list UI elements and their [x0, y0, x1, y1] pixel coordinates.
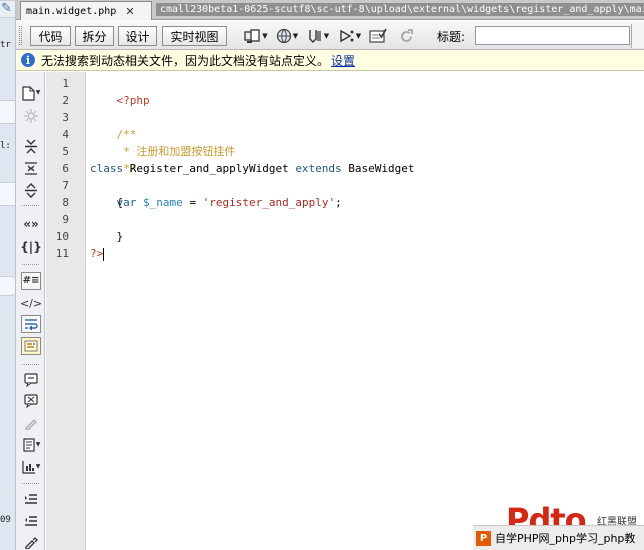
line-number: 1 — [62, 77, 69, 90]
toolbar-overflow[interactable] — [631, 24, 644, 48]
php-badge-icon: P — [476, 530, 491, 546]
open-documents-icon[interactable]: ▼ — [21, 84, 41, 102]
balance-braces-icon[interactable]: {|} — [20, 238, 41, 256]
background-text-fragment: l: — [0, 141, 11, 151]
code-line-3: /** — [90, 109, 137, 141]
background-panel — [0, 100, 15, 124]
line-number: 5 — [62, 145, 69, 158]
code-line-7: { — [90, 177, 124, 209]
setup-link[interactable]: 设置 — [331, 52, 355, 69]
background-panel — [0, 182, 15, 206]
format-source-icon[interactable] — [21, 533, 41, 550]
code-line-9: } — [90, 211, 124, 243]
toolbar-separator — [22, 483, 39, 484]
class-name: Register_and_applyWidget — [123, 162, 296, 175]
toolbar-separator — [22, 364, 39, 365]
php-open-tag: <?php — [116, 94, 150, 107]
code-line-11: ?> — [90, 245, 105, 262]
recent-snippets-icon[interactable]: ▼ — [21, 436, 41, 454]
keyword: extends — [295, 162, 342, 175]
refresh-icon[interactable] — [396, 25, 416, 47]
code-line-8: var $_name = 'register_and_apply'; — [90, 194, 342, 211]
outdent-code-icon[interactable] — [21, 512, 41, 530]
keyword: class — [90, 162, 124, 175]
info-bar: i 无法搜索到动态相关文件，因为此文档没有站点定义。 设置 — [16, 50, 644, 71]
watermark-caption: 自学PHP网_php学习_php教 — [495, 532, 636, 545]
line-number: 6 — [62, 162, 69, 175]
file-path: cmall230beta1-0625-scutf8\sc-utf-8\uploa… — [156, 3, 644, 16]
info-message: 无法搜索到动态相关文件，因为此文档没有站点定义。 — [41, 53, 330, 68]
brace: } — [116, 230, 124, 243]
remove-comment-icon[interactable] — [21, 392, 41, 410]
text-cursor — [103, 247, 105, 261]
highlight-invalid-code-icon[interactable]: </> — [20, 294, 42, 312]
line-number: 8 — [62, 196, 69, 209]
visual-aids-icon[interactable]: ▼ — [337, 25, 363, 47]
background-button — [0, 276, 15, 296]
tab-label: main.widget.php — [26, 5, 117, 17]
parent-class-name: BaseWidget — [341, 162, 415, 175]
title-label: 标题: — [437, 30, 466, 44]
line-number: 4 — [62, 128, 69, 141]
code-line-6: class Register_and_applyWidget extends B… — [90, 160, 415, 177]
move-css-icon[interactable]: ▼ — [21, 458, 41, 476]
document-title-field[interactable] — [475, 26, 630, 45]
indent-code-icon[interactable] — [21, 490, 41, 508]
keyword: var — [116, 196, 137, 209]
preview-globe-icon[interactable]: ▼ — [275, 25, 299, 47]
toolbar-separator — [22, 205, 39, 206]
apply-comment-icon[interactable] — [21, 371, 41, 389]
tab-main-widget-php[interactable]: main.widget.php ✕ — [20, 1, 152, 20]
expand-all-icon[interactable] — [21, 181, 41, 199]
toolbar-grip[interactable] — [19, 26, 22, 45]
code-editor[interactable]: <?php /** * 注册和加盟按钮挂件 */ class Register_… — [87, 72, 644, 550]
code-line-4: * 注册和加盟按钮挂件 — [90, 126, 235, 158]
assignment: = — [182, 196, 203, 209]
coding-toolbar: ▼ «» {|} #≡ </> ▼ ▼ — [16, 72, 45, 550]
syntax-coloring-icon[interactable] — [21, 337, 41, 355]
word-wrap-icon[interactable] — [21, 315, 41, 333]
line-number: 3 — [62, 111, 69, 124]
show-code-navigator-icon[interactable] — [21, 107, 41, 125]
split-view-button[interactable]: 拆分 — [75, 26, 114, 46]
live-view-button[interactable]: 实时视图 — [162, 26, 227, 46]
php-close-tag: ?> — [90, 247, 104, 260]
line-number: 11 — [55, 247, 69, 260]
code-view-button[interactable]: 代码 — [30, 26, 71, 46]
string-literal: 'register_and_apply' — [202, 196, 336, 209]
background-window-strip: ✎ tr l: 09 — [0, 0, 16, 550]
code-line-1: <?php — [90, 75, 150, 107]
semicolon: ; — [335, 196, 342, 209]
toolbar-separator — [22, 264, 39, 265]
line-number: 9 — [62, 213, 69, 226]
debug-icon[interactable]: ▼ — [306, 25, 330, 47]
select-parent-tag-icon[interactable]: «» — [21, 215, 41, 233]
line-number-gutter: 1 2 3 4 5 6 7 8 9 10 11 — [46, 72, 86, 550]
background-text-fragment: tr — [0, 40, 11, 50]
background-window-header: ✎ — [0, 0, 15, 18]
line-number: 10 — [55, 230, 69, 243]
close-icon[interactable]: ✕ — [125, 6, 134, 17]
background-text-fragment: 09 — [0, 515, 11, 525]
validate-icon[interactable] — [366, 25, 390, 47]
code-line-5: */ — [90, 143, 136, 175]
line-number: 7 — [62, 179, 69, 192]
watermark-caption-bar: P 自学PHP网_php学习_php教 — [473, 525, 644, 550]
info-icon: i — [21, 53, 35, 67]
document-toolbar: 代码 拆分 设计 实时视图 ▼ ▼ ▼ ▼ 标题: — [16, 21, 644, 50]
design-view-button[interactable]: 设计 — [118, 26, 157, 46]
line-number: 2 — [62, 94, 69, 107]
line-numbers-icon[interactable]: #≡ — [21, 272, 41, 290]
wrap-tag-icon[interactable] — [21, 414, 41, 432]
multiscreen-icon[interactable]: ▼ — [242, 25, 270, 47]
collapse-full-tag-icon[interactable] — [21, 137, 41, 155]
collapse-selection-icon[interactable] — [21, 159, 41, 177]
variable-name: $_name — [143, 196, 183, 209]
document-tab-bar: main.widget.php ✕ cmall230beta1-0625-scu… — [16, 0, 644, 20]
